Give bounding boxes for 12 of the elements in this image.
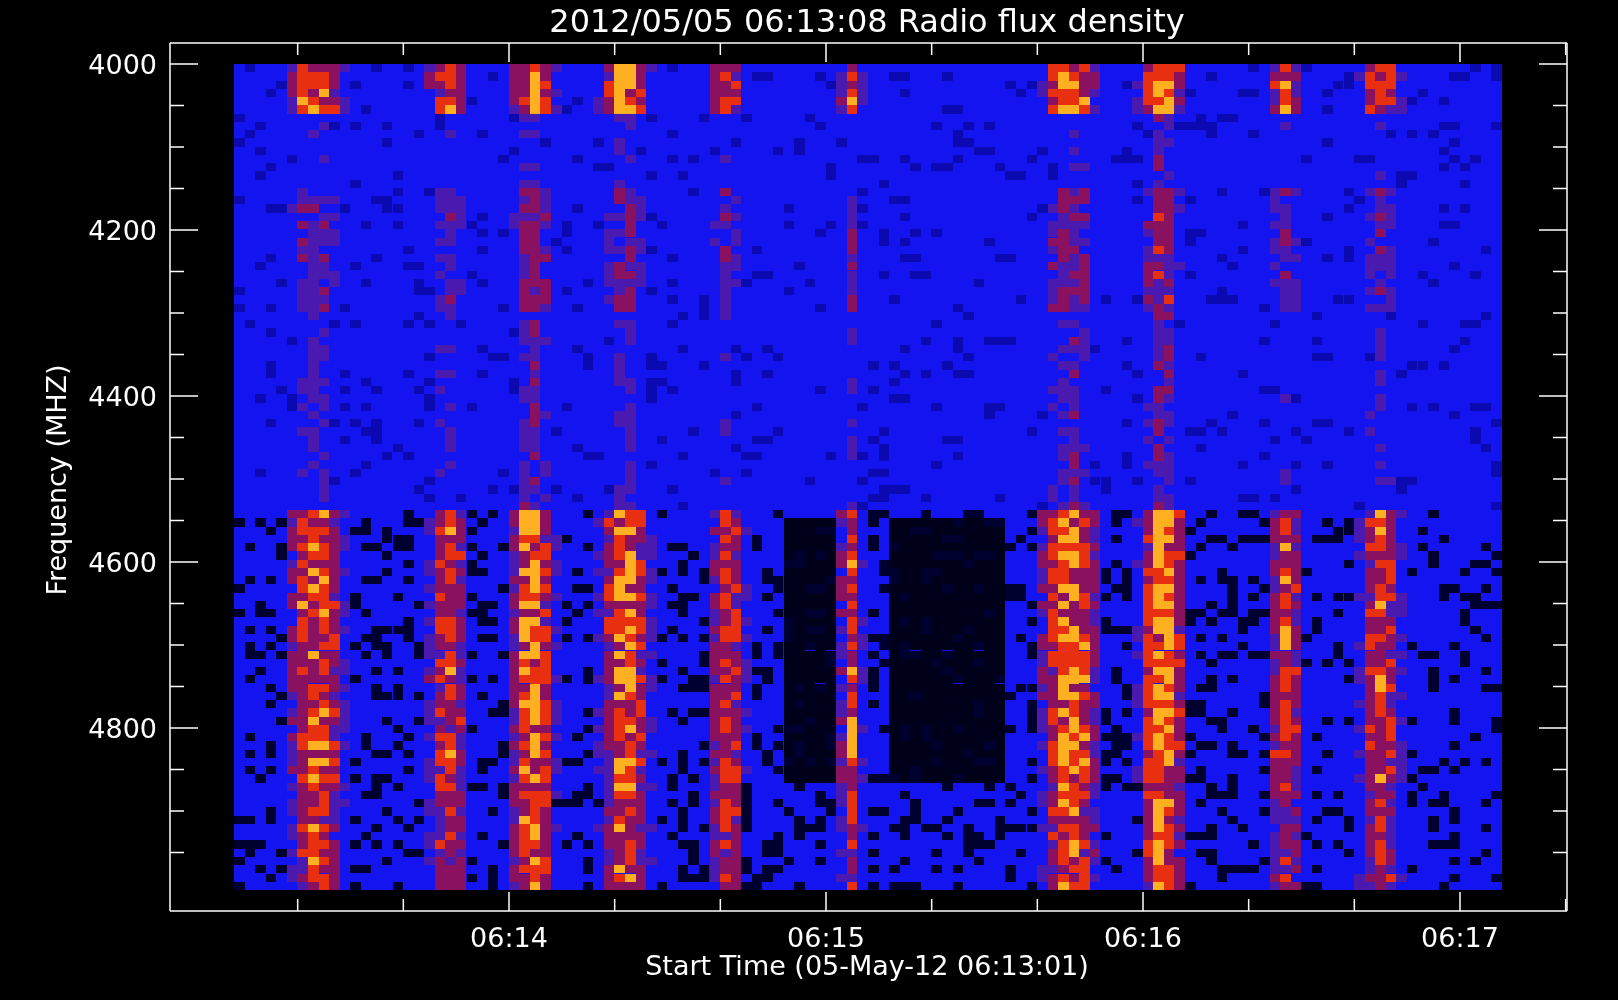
y-tick-label: 4400 bbox=[88, 381, 157, 412]
x-tick-label: 06:14 bbox=[470, 922, 548, 953]
y-tick-label: 4200 bbox=[88, 215, 157, 246]
y-tick-label: 4600 bbox=[88, 547, 157, 578]
x-axis-title: Start Time (05-May-12 06:13:01) bbox=[645, 950, 1089, 981]
y-tick-label: 4800 bbox=[88, 713, 157, 744]
y-axis-title: Frequency (MHZ) bbox=[41, 364, 72, 596]
x-tick-label: 06:17 bbox=[1421, 922, 1499, 953]
x-tick-label: 06:16 bbox=[1104, 922, 1182, 953]
y-tick-label: 4000 bbox=[88, 49, 157, 80]
x-tick-label: 06:15 bbox=[787, 922, 865, 953]
chart-title: 2012/05/05 06:13:08 Radio flux density bbox=[549, 2, 1185, 40]
